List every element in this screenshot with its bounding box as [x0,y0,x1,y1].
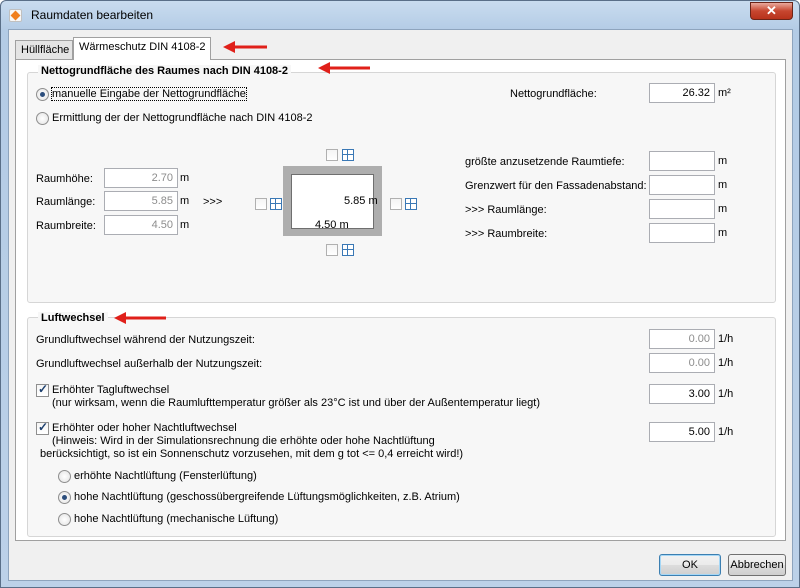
room-length-unit: m [180,195,190,207]
chevron-indicator: >>> [203,196,223,208]
max-depth-label: größte anzusetzende Raumtiefe: [465,156,625,168]
base-during-unit: 1/h [718,333,734,345]
base-during-field[interactable]: 0.00 [649,329,715,349]
net-area-group: Nettogrundfläche des Raumes nach DIN 410… [27,65,776,303]
radio-night-mechanical[interactable] [58,513,71,526]
top-wall-checkbox[interactable] [326,149,338,161]
calc-width-label: >>> Raumbreite: [465,228,548,240]
radio-night-window[interactable] [58,470,71,483]
annotation-arrow-tab [223,41,267,53]
calc-length-label: >>> Raumlänge: [465,204,547,216]
room-width-field[interactable]: 4.50 [104,215,178,235]
diagram-length-label: 5.85 m [344,195,378,207]
radio-night-window-label[interactable]: erhöhte Nachtlüftung (Fensterlüftung) [74,470,257,482]
night-air-change-unit: 1/h [718,426,734,438]
base-outside-label: Grundluftwechsel außerhalb der Nutzungsz… [36,358,263,370]
tab-huellflaeche[interactable]: Hüllfläche [15,40,73,59]
calc-width-unit: m [718,227,728,239]
day-air-change-note: (nur wirksam, wenn die Raumlufttemperatu… [52,397,541,409]
room-height-field[interactable]: 2.70 [104,168,178,188]
day-air-change-checkbox[interactable] [36,382,49,397]
net-area-label: Nettogrundfläche: [510,88,597,100]
left-wall-checkbox[interactable] [255,198,267,210]
room-width-label: Raumbreite: [36,220,96,232]
base-outside-unit: 1/h [718,357,734,369]
tab-waermeschutz[interactable]: Wärmeschutz DIN 4108-2 [73,37,211,60]
room-length-field[interactable]: 5.85 [104,191,178,211]
max-depth-field[interactable] [649,151,715,171]
radio-calc-din[interactable] [36,112,49,125]
night-air-change-label[interactable]: Erhöhter oder hoher Nachtluftwechsel [52,422,237,434]
room-height-unit: m [180,172,190,184]
right-wall-checkbox[interactable] [390,198,402,210]
facade-limit-unit: m [718,179,728,191]
dialog-window: Raumdaten bearbeiten ✕ Hüllfläche Wärmes… [0,0,800,588]
radio-calc-label[interactable]: Ermittlung der der Nettogrundfläche nach… [52,112,312,124]
night-air-change-note-2: berücksichtigt, so ist ein Sonnenschutz … [40,448,464,460]
annotation-arrow-net-area [318,62,370,74]
night-air-change-field[interactable]: 5.00 [649,422,715,442]
facade-limit-label: Grenzwert für den Fassadenabstand: [465,180,647,192]
room-height-label: Raumhöhe: [36,173,93,185]
calc-length-field[interactable] [649,199,715,219]
radio-night-atrium[interactable] [58,491,71,504]
radio-manual-input[interactable] [36,88,49,101]
night-air-change-checkbox[interactable] [36,420,49,435]
radio-night-mechanical-label[interactable]: hohe Nachtlüftung (mechanische Lüftung) [74,513,278,525]
day-air-change-unit: 1/h [718,388,734,400]
air-change-group-title: Luftwechsel [38,312,108,324]
title-bar[interactable]: Raumdaten bearbeiten ✕ [1,1,799,29]
top-window-icon [342,149,354,161]
app-icon [9,9,22,22]
air-change-group: Luftwechsel Grundluftwechsel während der… [27,312,776,537]
facade-limit-field[interactable] [649,175,715,195]
annotation-arrow-air-change [114,312,166,324]
net-area-field[interactable]: 26.32 [649,83,715,103]
day-air-change-field[interactable]: 3.00 [649,384,715,404]
cancel-button[interactable]: Abbrechen [728,554,786,576]
max-depth-unit: m [718,155,728,167]
left-window-icon [270,198,282,210]
room-length-label: Raumlänge: [36,196,96,208]
calc-length-unit: m [718,203,728,215]
ok-button[interactable]: OK [659,554,721,576]
net-area-unit: m² [718,87,731,99]
night-air-change-note-1: (Hinweis: Wird in der Simulationsrechnun… [52,435,435,447]
room-width-unit: m [180,219,190,231]
bottom-window-icon [342,244,354,256]
base-during-label: Grundluftwechsel während der Nutzungszei… [36,334,255,346]
net-area-group-title: Nettogrundfläche des Raumes nach DIN 410… [38,65,291,77]
dialog-client-area: Hüllfläche Wärmeschutz DIN 4108-2 Nettog… [8,29,793,581]
close-button[interactable]: ✕ [750,2,793,20]
window-title: Raumdaten bearbeiten [31,8,154,22]
bottom-wall-checkbox[interactable] [326,244,338,256]
day-air-change-label[interactable]: Erhöhter Tagluftwechsel [52,384,169,396]
radio-manual-label[interactable]: manuelle Eingabe der Nettogrundfläche [51,87,247,101]
radio-night-atrium-label[interactable]: hohe Nachtlüftung (geschossübergreifende… [74,491,460,503]
tab-panel: Nettogrundfläche des Raumes nach DIN 410… [15,59,786,541]
base-outside-field[interactable]: 0.00 [649,353,715,373]
right-window-icon [405,198,417,210]
diagram-width-label: 4.50 m [315,219,349,231]
calc-width-field[interactable] [649,223,715,243]
